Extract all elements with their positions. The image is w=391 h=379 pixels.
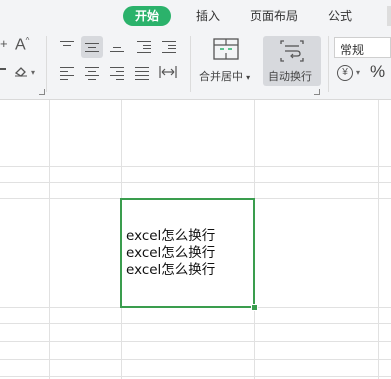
column-gridline	[49, 100, 50, 379]
wrap-text-icon	[280, 40, 304, 62]
align-left-icon[interactable]	[60, 67, 74, 81]
merge-center-button[interactable]: 合并居中 ▾	[199, 68, 250, 84]
selected-cell[interactable]: excel怎么换行 excel怎么换行 excel怎么换行	[120, 198, 255, 308]
ribbon-toolbar: 开始 插入 页面布局 公式 + A^ ▾ 合并居中 ▾ 自动换行 常规 ¥ ▾ …	[0, 0, 391, 99]
align-right-icon[interactable]	[110, 67, 124, 81]
align-center-icon[interactable]	[85, 67, 99, 81]
row-gridline	[0, 323, 391, 324]
divider	[190, 36, 191, 92]
font-size-increase-icon[interactable]: +	[0, 36, 8, 51]
number-format-dropdown[interactable]: 常规	[334, 37, 391, 58]
chevron-down-icon: ▾	[246, 73, 251, 82]
row-gridline	[0, 341, 391, 342]
merge-center-label: 合并居中	[199, 71, 243, 83]
row-gridline	[0, 359, 391, 360]
distributed-align-icon[interactable]	[159, 65, 177, 79]
chevron-down-icon[interactable]: ▾	[356, 68, 360, 77]
divider	[328, 36, 329, 92]
row-gridline	[0, 376, 391, 377]
font-dialog-launcher-icon[interactable]	[39, 89, 45, 95]
currency-icon[interactable]: ¥	[337, 65, 353, 81]
alignment-dialog-launcher-icon[interactable]	[314, 89, 320, 95]
column-gridline	[378, 100, 379, 379]
clear-format-eraser-icon[interactable]	[14, 64, 28, 77]
tab-formulas[interactable]: 公式	[318, 6, 362, 26]
wrap-text-label: 自动换行	[268, 71, 312, 83]
merge-center-icon[interactable]	[213, 38, 239, 60]
chevron-down-icon[interactable]: ▾	[31, 68, 35, 77]
align-middle-icon	[85, 41, 99, 53]
percent-icon[interactable]: %	[370, 62, 385, 82]
justify-icon[interactable]	[135, 67, 149, 81]
align-top-icon[interactable]	[60, 41, 74, 53]
cell-content: excel怎么换行 excel怎么换行 excel怎么换行	[126, 228, 215, 279]
tab-home[interactable]: 开始	[123, 6, 172, 26]
decrease-indent-icon[interactable]	[137, 41, 151, 54]
divider	[46, 36, 47, 92]
increase-indent-icon[interactable]	[162, 41, 176, 54]
cell-line: excel怎么换行	[126, 262, 216, 278]
percent-symbol: %	[370, 62, 386, 81]
currency-symbol: ¥	[342, 67, 348, 78]
cell-line: excel怎么换行	[126, 245, 216, 261]
font-size-glyph: A	[15, 36, 26, 54]
font-color-partial-icon[interactable]	[0, 68, 6, 70]
cell-line: excel怎么换行	[126, 228, 216, 244]
fill-handle[interactable]	[251, 304, 258, 311]
font-size-glyph-icon[interactable]: A^	[15, 36, 29, 54]
tab-overflow	[387, 6, 391, 26]
align-bottom-icon[interactable]	[110, 41, 124, 53]
row-gridline	[0, 182, 391, 183]
spreadsheet-grid[interactable]: excel怎么换行 excel怎么换行 excel怎么换行	[0, 100, 391, 379]
tab-insert[interactable]: 插入	[186, 6, 230, 26]
number-format-value: 常规	[340, 43, 365, 57]
tab-page-layout[interactable]: 页面布局	[240, 6, 308, 26]
row-gridline	[0, 166, 391, 167]
